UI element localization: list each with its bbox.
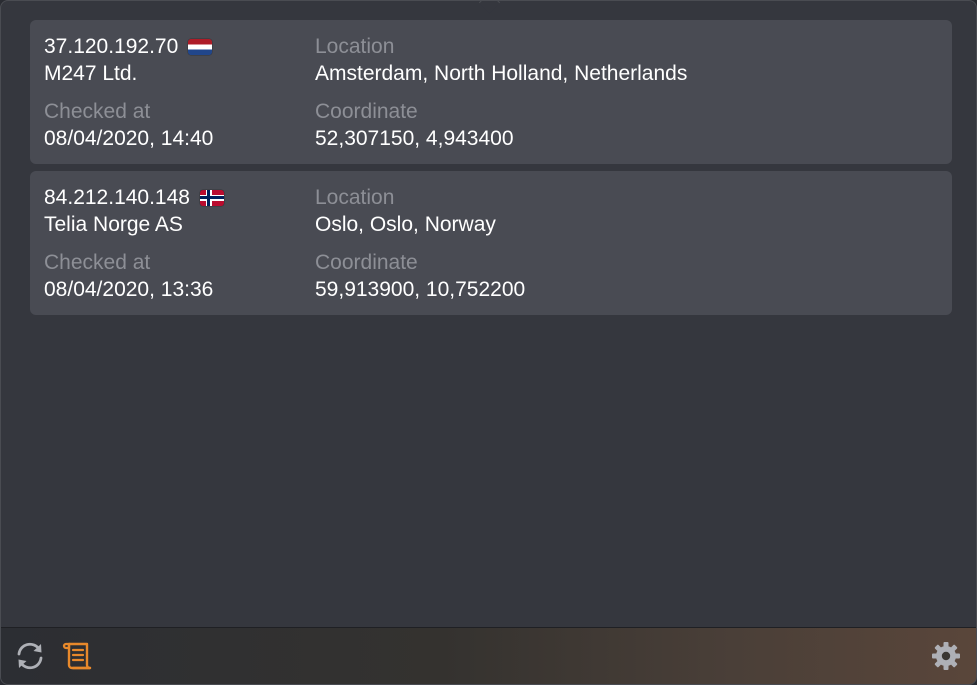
location-value: Amsterdam, North Holland, Netherlands: [315, 62, 688, 85]
location-label: Location: [315, 35, 395, 58]
ip-record-right-column: Location Amsterdam, North Holland, Nethe…: [315, 33, 935, 152]
coordinate-label: Coordinate: [315, 251, 418, 274]
ip-address-row: 37.120.192.70: [44, 33, 304, 60]
checked-at-value: 08/04/2020, 13:36: [44, 278, 214, 301]
app-window: 37.120.192.70 M247 Ltd. Checked at 08/04…: [0, 0, 977, 685]
ip-record-card[interactable]: 37.120.192.70 M247 Ltd. Checked at 08/04…: [30, 20, 952, 164]
coordinate-value: 59,913900, 10,752200: [315, 278, 526, 301]
ip-record-left-column: 84.212.140.148 Telia Norge AS Checked at…: [44, 184, 304, 303]
ip-record-left-column: 37.120.192.70 M247 Ltd. Checked at 08/04…: [44, 33, 304, 152]
ip-address-row: 84.212.140.148: [44, 184, 304, 211]
log-button[interactable]: [60, 638, 96, 674]
popover-arrow: [478, 1, 500, 14]
ip-address: 37.120.192.70: [44, 35, 179, 58]
ip-record-card[interactable]: 84.212.140.148 Telia Norge AS Checked at…: [30, 171, 952, 315]
refresh-icon: [13, 639, 47, 673]
gear-icon: [930, 640, 962, 672]
ip-history-list: 37.120.192.70 M247 Ltd. Checked at 08/04…: [30, 20, 952, 322]
coordinate-label: Coordinate: [315, 100, 418, 123]
isp-name: M247 Ltd.: [44, 62, 138, 85]
scroll-log-icon: [61, 639, 95, 673]
ip-record-right-column: Location Oslo, Oslo, Norway Coordinate 5…: [315, 184, 935, 303]
refresh-button[interactable]: [12, 638, 48, 674]
checked-at-label: Checked at: [44, 100, 151, 123]
location-label: Location: [315, 186, 395, 209]
coordinate-value: 52,307150, 4,943400: [315, 127, 514, 150]
ip-address: 84.212.140.148: [44, 186, 190, 209]
checked-at-label: Checked at: [44, 251, 151, 274]
footer-toolbar: [1, 627, 976, 684]
location-value: Oslo, Oslo, Norway: [315, 213, 496, 236]
isp-name: Telia Norge AS: [44, 213, 183, 236]
checked-at-value: 08/04/2020, 14:40: [44, 127, 214, 150]
netherlands-flag-icon: [188, 38, 213, 55]
settings-button[interactable]: [928, 638, 964, 674]
norway-flag-icon: [199, 189, 224, 206]
